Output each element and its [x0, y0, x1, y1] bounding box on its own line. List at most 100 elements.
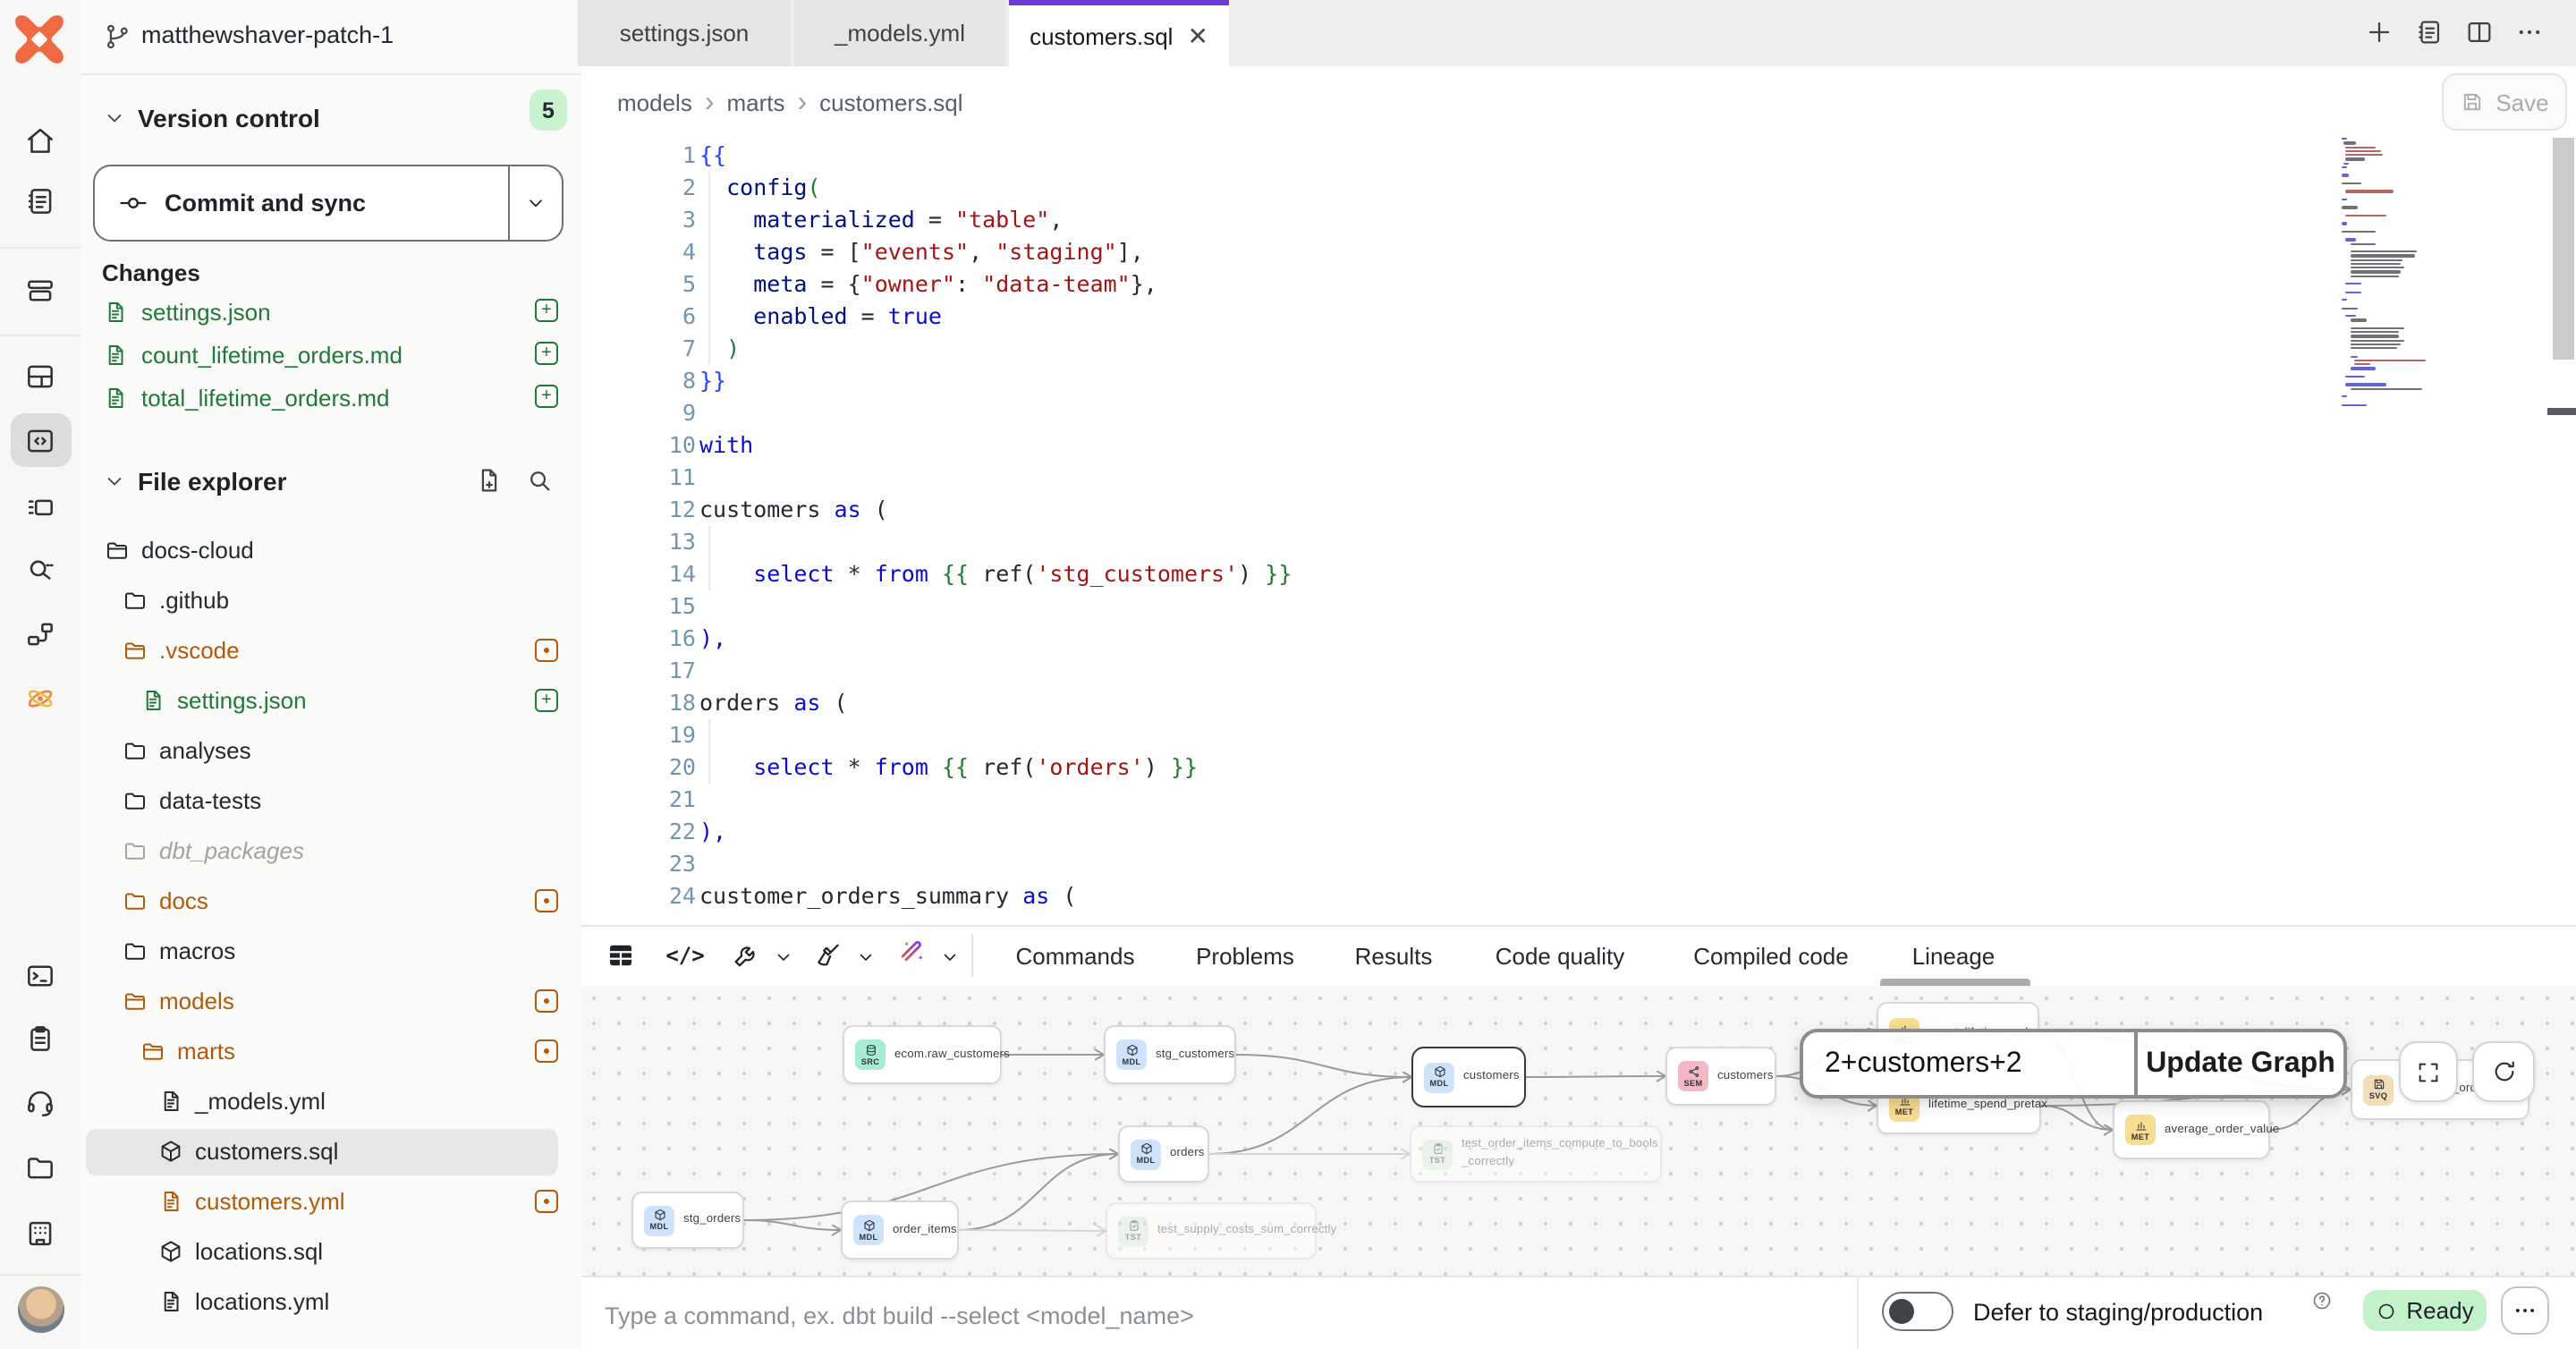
rail-atom-icon[interactable]	[10, 671, 71, 725]
notebook-panel-icon[interactable]	[2414, 17, 2445, 47]
modified-badge[interactable]	[535, 889, 558, 912]
panel-tab-compiled-code[interactable]: Compiled code	[1693, 925, 1848, 986]
rail-terminal-icon[interactable]	[10, 948, 71, 1002]
lineage-node-stg_orders[interactable]: MDLstg_orders	[631, 1192, 744, 1249]
save-button[interactable]: Save	[2442, 73, 2567, 131]
tree-item-label: dbt_packages	[159, 837, 304, 864]
tab-settings-json[interactable]: settings.json	[578, 0, 791, 66]
branch-header[interactable]: matthewshaver-patch-1	[80, 0, 581, 75]
rail-archive-icon[interactable]	[10, 263, 71, 317]
tab-customers-sql[interactable]: customers.sql✕	[1009, 0, 1229, 66]
rail-frame-icon[interactable]	[10, 479, 71, 533]
tree-item-data-tests[interactable]: data-tests	[80, 776, 581, 827]
lineage-node-order_items[interactable]: MDLorder_items	[841, 1201, 959, 1260]
lineage-node-test_order_items[interactable]: TSTtest_order_items_compute_to_bools _co…	[1410, 1125, 1662, 1183]
lineage-selector-input[interactable]: 2+customers+2	[1803, 1032, 2138, 1095]
panel-tab-problems[interactable]: Problems	[1196, 925, 1294, 986]
version-control-chevron-icon[interactable]	[102, 106, 127, 131]
stage-file-badge[interactable]: +	[535, 342, 558, 365]
panel-tab-results[interactable]: Results	[1355, 925, 1433, 986]
tree-item-dbt-packages[interactable]: dbt_packages	[80, 827, 581, 877]
modified-badge[interactable]	[535, 639, 558, 662]
close-tab-icon[interactable]: ✕	[1187, 21, 1208, 51]
tree-item-docs-cloud[interactable]: docs-cloud	[80, 526, 581, 576]
stage-file-badge[interactable]: +	[535, 385, 558, 408]
format-broom-icon[interactable]	[813, 940, 843, 971]
format-options-chevron-icon[interactable]	[855, 946, 877, 968]
commit-options-chevron[interactable]	[508, 166, 562, 240]
lineage-refresh-button[interactable]	[2472, 1041, 2535, 1102]
lineage-node-customers[interactable]: MDLcustomers	[1411, 1047, 1526, 1107]
lineage-canvas[interactable]: SRCecom.raw_customers MDLstg_customers MDL…	[581, 986, 2576, 1276]
defer-toggle[interactable]	[1882, 1292, 1953, 1331]
tree-item-locations-yml[interactable]: locations.yml	[80, 1277, 581, 1328]
changed-file-row[interactable]: count_lifetime_orders.md	[102, 333, 402, 376]
file-search-icon[interactable]	[524, 465, 555, 496]
dbt-logo-icon[interactable]	[14, 14, 64, 64]
editor-scrollbar[interactable]	[2553, 138, 2574, 360]
rail-clipboard-icon[interactable]	[10, 1011, 71, 1065]
panel-tab-commands[interactable]: Commands	[1016, 925, 1135, 986]
tree-item-analyses[interactable]: analyses	[80, 726, 581, 776]
panel-tab-code-quality[interactable]: Code quality	[1496, 925, 1625, 986]
tree-item-settings-json[interactable]: settings.json+	[80, 676, 581, 726]
tree-item-docs[interactable]: docs	[80, 877, 581, 927]
added-badge[interactable]: +	[535, 689, 558, 712]
rail-notebook-icon[interactable]	[10, 174, 71, 227]
rail-building-icon[interactable]	[10, 1206, 71, 1260]
tab--models-yml[interactable]: _models.yml	[794, 0, 1005, 66]
new-file-icon[interactable]	[474, 465, 504, 496]
rail-folder-icon[interactable]	[10, 1140, 71, 1193]
changed-file-row[interactable]: total_lifetime_orders.md	[102, 376, 389, 419]
build-options-chevron-icon[interactable]	[773, 946, 794, 968]
rail-code-icon[interactable]	[10, 413, 71, 467]
tree-item-macros[interactable]: macros	[80, 927, 581, 977]
ai-options-chevron-icon[interactable]	[939, 946, 961, 968]
tree-item-locations-sql[interactable]: locations.sql	[80, 1227, 581, 1277]
breadcrumb-file[interactable]: customers.sql	[819, 89, 962, 116]
rail-headset-icon[interactable]	[10, 1075, 71, 1129]
user-avatar[interactable]	[15, 1285, 65, 1335]
new-tab-icon[interactable]	[2364, 17, 2394, 47]
tree-item--github[interactable]: .github	[80, 576, 581, 626]
build-wrench-icon[interactable]	[731, 940, 761, 971]
update-graph-button[interactable]: Update Graph	[2138, 1032, 2343, 1095]
split-editor-icon[interactable]	[2464, 17, 2495, 47]
lineage-fullscreen-button[interactable]	[2399, 1041, 2458, 1102]
breadcrumb-models[interactable]: models	[617, 89, 692, 116]
rail-grid-icon[interactable]	[10, 349, 71, 403]
tree-item-customers-yml[interactable]: customers.yml	[80, 1177, 581, 1227]
tree-item-models[interactable]: models	[80, 977, 581, 1027]
modified-badge[interactable]	[535, 1039, 558, 1063]
changed-file-row[interactable]: settings.json	[102, 290, 271, 333]
lineage-node-customers_sem[interactable]: SEMcustomers	[1665, 1047, 1776, 1106]
results-table-icon[interactable]	[605, 939, 637, 971]
tree-item-marts[interactable]: marts	[80, 1027, 581, 1077]
tree-item--models-yml[interactable]: _models.yml	[80, 1077, 581, 1127]
tree-item--vscode[interactable]: .vscode	[80, 626, 581, 676]
rail-home-icon[interactable]	[10, 113, 71, 166]
tab-overflow-menu-icon[interactable]	[2514, 17, 2545, 47]
command-input[interactable]	[601, 1292, 1771, 1338]
commit-and-sync-button[interactable]: Commit and sync	[93, 165, 564, 242]
defer-help-icon[interactable]	[2311, 1290, 2333, 1311]
file-explorer-chevron-icon[interactable]	[102, 469, 127, 494]
rail-flow-icon[interactable]	[10, 607, 71, 660]
lineage-node-stg_customers[interactable]: MDLstg_customers	[1104, 1025, 1236, 1084]
modified-badge[interactable]	[535, 1190, 558, 1213]
panel-tab-lineage[interactable]: Lineage	[1912, 925, 1996, 986]
lineage-node-test_supply_costs[interactable]: TSTtest_supply_costs_sum_correctly	[1106, 1202, 1317, 1260]
breadcrumb-marts[interactable]: marts	[727, 89, 785, 116]
ai-assist-icon[interactable]	[897, 936, 928, 975]
code-editor[interactable]: 1{{2 config(3 materialized = "table",4 t…	[581, 140, 2576, 925]
rail-search-code-icon[interactable]	[10, 542, 71, 596]
stage-file-badge[interactable]: +	[535, 299, 558, 322]
modified-badge[interactable]	[535, 989, 558, 1013]
tree-item-customers-sql[interactable]: customers.sql	[80, 1127, 581, 1177]
more-options-button[interactable]	[2501, 1286, 2549, 1335]
lineage-node-orders[interactable]: MDLorders	[1118, 1125, 1209, 1183]
editor-minimap[interactable]	[2342, 138, 2474, 417]
code-view-icon[interactable]: </>	[665, 943, 704, 968]
lineage-node-src_customers[interactable]: SRCecom.raw_customers	[843, 1025, 1002, 1084]
lineage-node-average_order_value[interactable]: METaverage_order_value	[2113, 1100, 2270, 1159]
